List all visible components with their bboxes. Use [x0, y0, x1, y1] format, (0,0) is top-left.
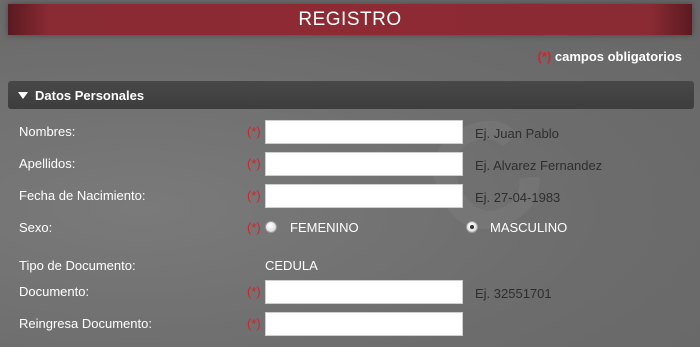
fecha-nacimiento-row: Fecha de Nacimiento: (*) Ej. 27-04-1983: [0, 184, 700, 210]
required-fields-text: campos obligatorios: [554, 49, 682, 64]
apellidos-row: Apellidos: (*) Ej. Alvarez Fernandez: [0, 152, 700, 178]
femenino-radio-label[interactable]: FEMENINO: [290, 220, 359, 235]
required-fields-note: (*) campos obligatorios: [538, 49, 682, 64]
fecha-nacimiento-hint: Ej. 27-04-1983: [475, 190, 561, 205]
section-datos-personales-header[interactable]: Datos Personales: [8, 81, 694, 109]
sexo-row: Sexo: (*) FEMENINO MASCULINO: [0, 216, 700, 242]
documento-required-marker: (*): [247, 284, 261, 299]
apellidos-label: Apellidos:: [19, 156, 76, 171]
page-title: REGISTRO: [298, 8, 402, 30]
nombres-row: Nombres: (*) Ej. Juan Pablo: [0, 120, 700, 146]
documento-label: Documento:: [19, 284, 90, 299]
tipo-documento-value: CEDULA: [265, 258, 318, 273]
femenino-radio[interactable]: [265, 221, 277, 233]
registration-page: C REGISTRO (*) campos obligatorios Datos…: [0, 0, 700, 347]
documento-row: Documento: (*) Ej. 32551701: [0, 280, 700, 306]
apellidos-hint: Ej. Alvarez Fernandez: [475, 158, 603, 173]
registration-header: REGISTRO: [8, 4, 692, 35]
sexo-label: Sexo:: [19, 220, 53, 235]
nombres-label: Nombres:: [19, 124, 76, 139]
documento-input[interactable]: [265, 280, 463, 304]
reingresa-documento-label: Reingresa Documento:: [19, 316, 152, 331]
reingresa-documento-required-marker: (*): [247, 316, 261, 331]
tipo-documento-label: Tipo de Documento:: [19, 258, 136, 273]
nombres-input[interactable]: [265, 120, 463, 144]
documento-hint: Ej. 32551701: [475, 286, 552, 301]
fecha-nacimiento-input[interactable]: [265, 184, 463, 208]
nombres-required-marker: (*): [247, 124, 261, 139]
fecha-nacimiento-required-marker: (*): [247, 188, 261, 203]
reingresa-documento-input[interactable]: [265, 312, 463, 336]
triangle-down-icon: [18, 91, 28, 99]
tipo-documento-row: Tipo de Documento: CEDULA: [0, 254, 700, 280]
apellidos-required-marker: (*): [247, 156, 261, 171]
nombres-hint: Ej. Juan Pablo: [475, 126, 559, 141]
apellidos-input[interactable]: [265, 152, 463, 176]
masculino-radio[interactable]: [466, 221, 478, 233]
reingresa-documento-row: Reingresa Documento: (*): [0, 312, 700, 338]
sexo-required-marker: (*): [247, 220, 261, 235]
fecha-nacimiento-label: Fecha de Nacimiento:: [19, 188, 146, 203]
masculino-radio-label[interactable]: MASCULINO: [490, 220, 567, 235]
required-marker: (*): [537, 49, 552, 64]
section-title: Datos Personales: [35, 87, 145, 103]
